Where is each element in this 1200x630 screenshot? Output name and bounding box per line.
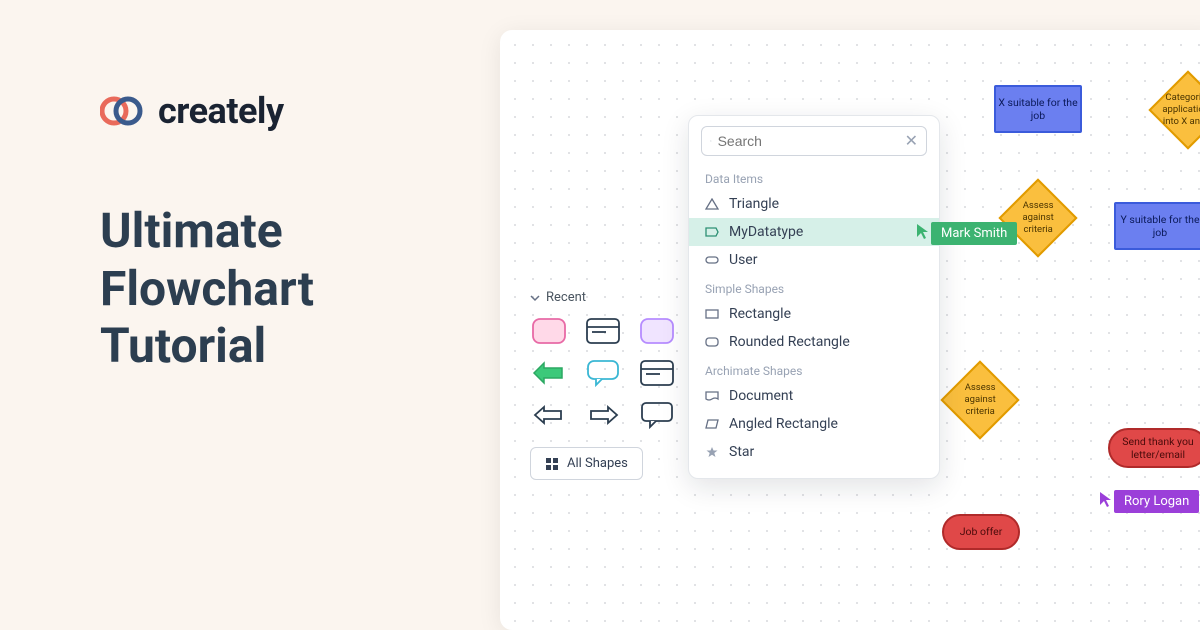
shape-pink-rounded[interactable] [530, 317, 568, 345]
flag-icon [705, 226, 719, 238]
group-label: Archimate Shapes [689, 356, 939, 382]
logo-mark-icon [100, 95, 148, 127]
shape-search-dropdown: ✕ Data Items Triangle MyDatatype User Si… [688, 115, 940, 479]
shape-speech-outline[interactable] [638, 401, 676, 429]
flow-node-job-offer[interactable]: Job offer [942, 514, 1020, 550]
roundrect-icon [705, 336, 719, 348]
search-input[interactable] [718, 133, 899, 149]
shape-item-star[interactable]: Star [689, 438, 939, 466]
shape-arrow-left-outline[interactable] [530, 401, 568, 429]
shape-purple-rounded[interactable] [638, 317, 676, 345]
shape-item-document[interactable]: Document [689, 382, 939, 410]
shape-speech-cyan[interactable] [584, 359, 622, 387]
brand-logo: creately [100, 90, 500, 132]
pill-icon [705, 254, 719, 266]
shape-item-triangle[interactable]: Triangle [689, 190, 939, 218]
collaborator-cursor-rory: Rory Logan [1098, 490, 1199, 513]
flow-node-assess-1[interactable]: Assess against criteria [998, 178, 1078, 258]
shapes-palette: Recent All Shapes [530, 290, 700, 480]
shape-item-user[interactable]: User [689, 246, 939, 274]
palette-recent-header[interactable]: Recent [530, 290, 700, 305]
group-label: Simple Shapes [689, 274, 939, 300]
grid-icon [545, 457, 559, 471]
angled-rect-icon [705, 418, 719, 430]
flow-node-categorize[interactable]: Categorize applications into X and Y [1148, 70, 1200, 150]
shape-card-2[interactable] [638, 359, 676, 387]
shape-item-rectangle[interactable]: Rectangle [689, 300, 939, 328]
brand-name: creately [158, 90, 284, 132]
rect-icon [705, 308, 719, 320]
collaborator-cursor-mark: Mark Smith [915, 222, 1017, 245]
cursor-icon [1098, 490, 1114, 508]
flow-node-thankyou[interactable]: Send thank you letter/email [1108, 428, 1200, 468]
search-input-wrapper[interactable]: ✕ [701, 126, 927, 156]
shape-card[interactable] [584, 317, 622, 345]
chevron-down-icon [530, 293, 540, 303]
group-label: Data Items [689, 164, 939, 190]
flow-node-y-suitable[interactable]: Y suitable for the job [1114, 202, 1200, 250]
shape-item-angled-rectangle[interactable]: Angled Rectangle [689, 410, 939, 438]
editor-canvas[interactable]: X suitable for the job Categorize applic… [500, 30, 1200, 630]
triangle-icon [705, 198, 719, 210]
shape-arrow-right-outline[interactable] [584, 401, 622, 429]
shape-item-rounded-rectangle[interactable]: Rounded Rectangle [689, 328, 939, 356]
all-shapes-button[interactable]: All Shapes [530, 447, 643, 480]
flow-node-x-suitable[interactable]: X suitable for the job [994, 85, 1082, 133]
shape-item-mydatatype[interactable]: MyDatatype [689, 218, 939, 246]
cursor-icon [915, 222, 931, 240]
shape-green-arrow-left[interactable] [530, 359, 568, 387]
flow-node-assess-2[interactable]: Assess against criteria [940, 360, 1020, 440]
close-icon[interactable]: ✕ [905, 133, 918, 149]
search-icon [710, 133, 712, 149]
star-icon [705, 446, 719, 458]
document-icon [705, 390, 719, 402]
page-title: Ultimate Flowchart Tutorial [100, 202, 500, 375]
